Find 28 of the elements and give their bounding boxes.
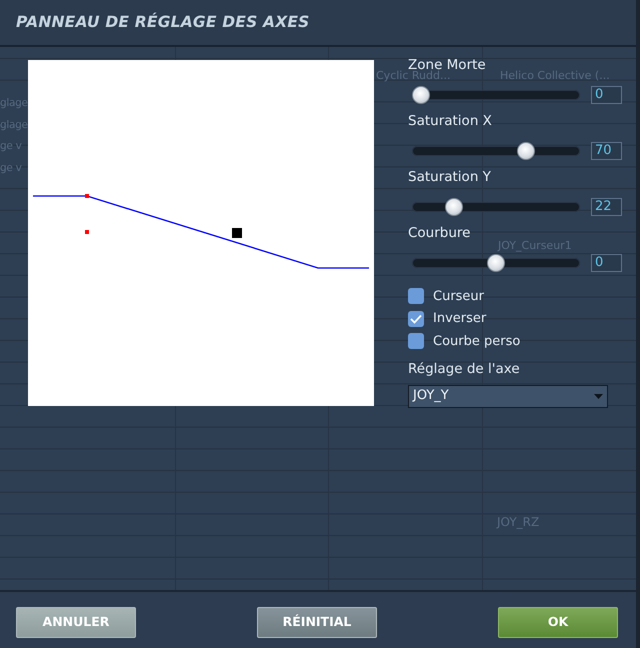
slider-thumb[interactable] — [412, 86, 430, 104]
checkbox[interactable] — [408, 310, 424, 327]
axis-label: Réglage de l'axe — [408, 360, 520, 376]
slider-label: Saturation X — [408, 114, 492, 128]
value-field[interactable]: 70 — [591, 142, 622, 160]
checkbox-label: Courbe perso — [433, 332, 520, 350]
checkbox-label: Inverser — [433, 310, 486, 328]
background-text: ge v — [0, 162, 22, 176]
value-field[interactable]: 22 — [591, 198, 622, 216]
checkbox[interactable] — [408, 288, 424, 304]
checkbox-label: Curseur — [433, 288, 484, 306]
slider-label: Saturation Y — [408, 170, 491, 184]
slider-thumb[interactable] — [517, 142, 535, 160]
value-field[interactable]: 0 — [591, 86, 622, 104]
background-text: glage — [0, 118, 28, 132]
slider-label: Zone Morte — [408, 58, 486, 72]
reset-button[interactable]: RÉINITIAL — [257, 606, 377, 638]
axis-dropdown[interactable]: JOY_Y — [408, 384, 608, 408]
checkbox[interactable] — [408, 333, 424, 350]
slider-thumb[interactable] — [445, 198, 463, 216]
value-field[interactable]: 0 — [591, 254, 622, 272]
ok-button[interactable]: OK — [498, 606, 618, 638]
slider-label: Courbure — [408, 226, 470, 240]
background-text: glage — [0, 97, 28, 110]
background-text: ge v — [0, 140, 22, 154]
slider-thumb[interactable] — [487, 254, 505, 272]
caret-icon — [594, 394, 603, 398]
window-title: PANNEAU DE RÉGLAGE DES AXES — [16, 12, 310, 33]
